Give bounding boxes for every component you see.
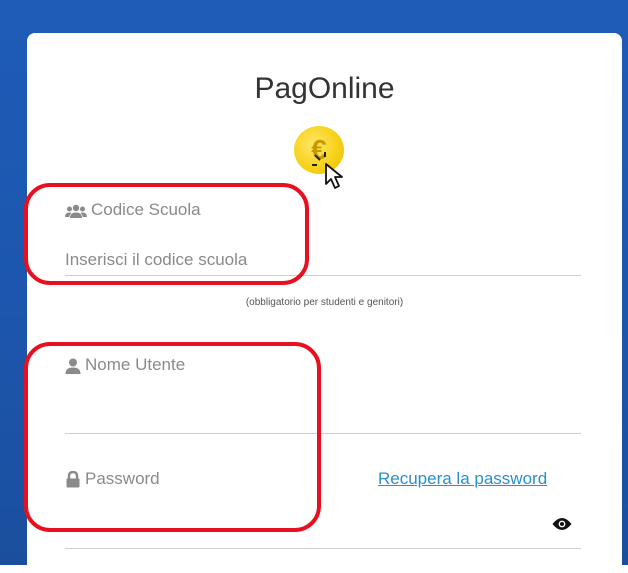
recover-password-link[interactable]: Recupera la password [378, 469, 547, 489]
eye-icon[interactable] [552, 517, 572, 531]
school-code-hint: (obbligatorio per studenti e genitori) [245, 297, 404, 308]
hand-cursor-icon [312, 152, 343, 189]
app-title: PagOnline [254, 72, 395, 105]
annotation-highlight-credentials [24, 342, 321, 532]
annotation-highlight-school [24, 183, 309, 285]
